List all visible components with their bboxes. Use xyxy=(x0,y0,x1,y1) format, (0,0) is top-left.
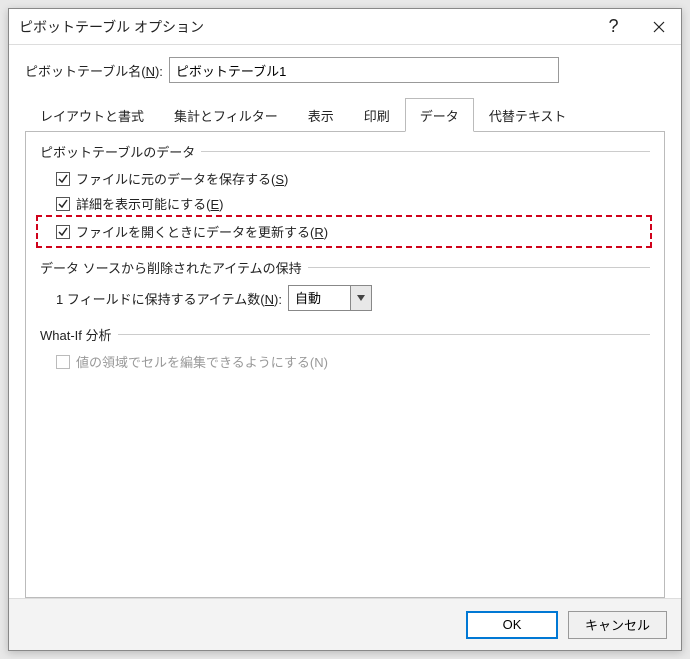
checkbox-icon xyxy=(56,225,70,239)
group-deleted-items: データ ソースから削除されたアイテムの保持 1 フィールドに保持するアイテム数(… xyxy=(40,258,650,311)
close-icon xyxy=(653,21,665,33)
tab-display[interactable]: 表示 xyxy=(293,98,349,132)
retain-items-label: 1 フィールドに保持するアイテム数(N): xyxy=(56,289,282,308)
checkbox-icon xyxy=(56,355,70,369)
group-title: ピボットテーブルのデータ xyxy=(40,142,650,161)
ok-button[interactable]: OK xyxy=(466,611,558,639)
group-title: データ ソースから削除されたアイテムの保持 xyxy=(40,258,650,277)
checkbox-enable-details[interactable]: 詳細を表示可能にする(E) xyxy=(56,194,650,213)
group-whatif: What-If 分析 値の領域でセルを編集できるようにする(N) xyxy=(40,325,650,371)
tab-alttext[interactable]: 代替テキスト xyxy=(474,98,582,132)
checkbox-refresh-on-open[interactable]: ファイルを開くときにデータを更新する(R) xyxy=(50,219,650,244)
tab-panel-data: ピボットテーブルのデータ ファイルに元のデータを保存する(S) xyxy=(25,131,665,598)
dropdown-button[interactable] xyxy=(350,285,372,311)
help-button[interactable]: ? xyxy=(591,9,636,45)
dialog-title: ピボットテーブル オプション xyxy=(19,17,591,37)
group-pivot-data: ピボットテーブルのデータ ファイルに元のデータを保存する(S) xyxy=(40,142,650,244)
tab-data[interactable]: データ xyxy=(405,98,474,132)
checkbox-edit-values: 値の領域でセルを編集できるようにする(N) xyxy=(56,352,650,371)
titlebar: ピボットテーブル オプション ? xyxy=(9,9,681,45)
checkbox-save-source[interactable]: ファイルに元のデータを保存する(S) xyxy=(56,169,650,188)
pivot-options-dialog: ピボットテーブル オプション ? ピボットテーブル名(N): レイアウトと書式 … xyxy=(8,8,682,651)
close-button[interactable] xyxy=(636,9,681,45)
tab-bar: レイアウトと書式 集計とフィルター 表示 印刷 データ 代替テキスト xyxy=(25,97,665,131)
cancel-button[interactable]: キャンセル xyxy=(568,611,667,639)
dialog-footer: OK キャンセル xyxy=(9,598,681,650)
table-name-input[interactable] xyxy=(169,57,559,83)
retain-items-select[interactable]: 自動 xyxy=(288,285,372,311)
tab-layout[interactable]: レイアウトと書式 xyxy=(25,98,159,132)
group-title: What-If 分析 xyxy=(40,325,650,344)
checkbox-icon xyxy=(56,172,70,186)
retain-items-row: 1 フィールドに保持するアイテム数(N): 自動 xyxy=(56,285,650,311)
name-label: ピボットテーブル名(N): xyxy=(25,61,163,80)
tab-print[interactable]: 印刷 xyxy=(349,98,405,132)
tab-totals-filters[interactable]: 集計とフィルター xyxy=(159,98,293,132)
chevron-down-icon xyxy=(357,295,365,301)
dialog-content: ピボットテーブル名(N): レイアウトと書式 集計とフィルター 表示 印刷 デー… xyxy=(9,45,681,598)
name-row: ピボットテーブル名(N): xyxy=(25,57,665,83)
checkbox-icon xyxy=(56,197,70,211)
